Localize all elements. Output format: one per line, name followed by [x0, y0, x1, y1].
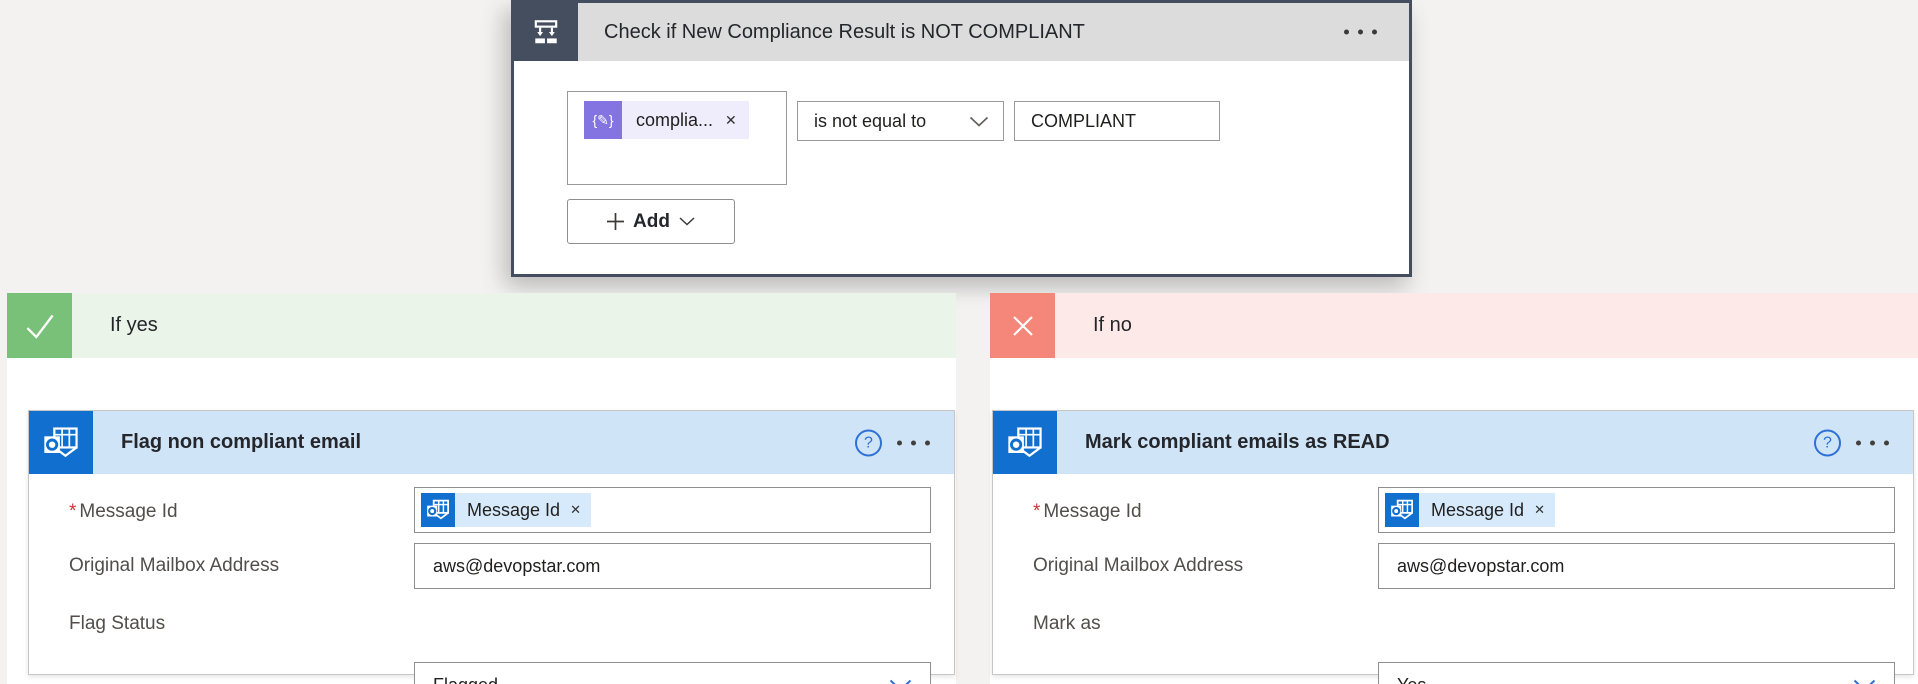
dynamic-content-token[interactable]: {✎} complia... ✕: [584, 101, 749, 139]
action-card-mark-compliant-read[interactable]: Mark compliant emails as READ ? *Message…: [992, 410, 1914, 675]
if-no-branch-header[interactable]: If no: [990, 293, 1918, 358]
ellipsis-icon: [1344, 30, 1349, 35]
mailbox-label: Original Mailbox Address: [69, 553, 284, 579]
ellipsis-icon: [1856, 440, 1861, 445]
action-card-flag-non-compliant-email[interactable]: Flag non compliant email ? *Message Id: [28, 410, 955, 675]
if-no-label: If no: [1093, 314, 1132, 337]
outlook-icon: [1385, 493, 1419, 527]
action-more-options-button[interactable]: [891, 434, 936, 451]
condition-card-title: Check if New Compliance Result is NOT CO…: [604, 21, 1085, 44]
add-button-label: Add: [633, 211, 670, 233]
mailbox-value: aws@devopstar.com: [1379, 556, 1564, 577]
outlook-icon: [421, 493, 455, 527]
action-more-options-button[interactable]: [1850, 434, 1895, 451]
ellipsis-icon: [897, 440, 902, 445]
action-card-title: Flag non compliant email: [121, 431, 361, 454]
operator-value: is not equal to: [814, 111, 926, 132]
condition-more-options-button[interactable]: [1338, 24, 1383, 41]
mailbox-input[interactable]: aws@devopstar.com: [1378, 543, 1895, 589]
flag-status-label: Flag Status: [69, 611, 284, 637]
required-marker: *: [1033, 501, 1040, 522]
help-icon[interactable]: ?: [855, 429, 882, 456]
flag-status-value: Flagged: [415, 675, 498, 684]
condition-card[interactable]: Check if New Compliance Result is NOT CO…: [511, 0, 1412, 277]
remove-token-button[interactable]: ✕: [1532, 502, 1555, 518]
plus-icon: [607, 213, 624, 230]
token-label: Message Id: [455, 500, 568, 521]
condition-value-text: COMPLIANT: [1031, 111, 1136, 132]
flow-designer-canvas: Check if New Compliance Result is NOT CO…: [0, 0, 1918, 684]
message-id-label: *Message Id: [69, 499, 284, 525]
if-yes-label: If yes: [110, 314, 158, 337]
condition-card-header[interactable]: Check if New Compliance Result is NOT CO…: [514, 3, 1409, 61]
chevron-down-icon: [1853, 679, 1876, 684]
mailbox-label: Original Mailbox Address: [1033, 553, 1248, 579]
message-id-token[interactable]: Message Id ✕: [1385, 493, 1555, 527]
chevron-down-icon: [969, 116, 989, 127]
action-card-title: Mark compliant emails as READ: [1085, 431, 1390, 454]
condition-operator-dropdown[interactable]: is not equal to: [797, 101, 1004, 141]
condition-operand-field[interactable]: {✎} complia... ✕: [567, 91, 787, 185]
condition-value-input[interactable]: COMPLIANT: [1014, 101, 1220, 141]
outlook-icon: [993, 411, 1057, 474]
token-label: Message Id: [1419, 500, 1532, 521]
x-icon: [990, 293, 1055, 358]
chevron-down-icon: [679, 217, 695, 226]
action-card-header[interactable]: Mark compliant emails as READ ?: [993, 411, 1913, 474]
mark-as-value: Yes: [1379, 675, 1426, 684]
message-id-label: *Message Id: [1033, 499, 1248, 525]
mailbox-input[interactable]: aws@devopstar.com: [414, 543, 931, 589]
mark-as-dropdown[interactable]: Yes: [1378, 662, 1895, 684]
condition-branch-icon: [514, 3, 578, 61]
expression-icon: {✎}: [584, 101, 622, 139]
mark-as-label: Mark as: [1033, 611, 1248, 637]
add-condition-button[interactable]: Add: [567, 199, 735, 244]
check-icon: [7, 293, 72, 358]
outlook-icon: [29, 411, 93, 474]
token-label: complia...: [622, 110, 723, 131]
flag-status-dropdown[interactable]: Flagged: [414, 662, 931, 684]
help-icon[interactable]: ?: [1814, 429, 1841, 456]
message-id-input[interactable]: Message Id ✕: [414, 487, 931, 533]
chevron-down-icon: [889, 679, 912, 684]
condition-card-body: {✎} complia... ✕ is not equal to COMPLIA…: [514, 61, 1409, 274]
required-marker: *: [69, 501, 76, 522]
if-yes-branch-header[interactable]: If yes: [7, 293, 956, 358]
mailbox-value: aws@devopstar.com: [415, 556, 600, 577]
remove-token-button[interactable]: ✕: [568, 502, 591, 518]
message-id-token[interactable]: Message Id ✕: [421, 493, 591, 527]
message-id-input[interactable]: Message Id ✕: [1378, 487, 1895, 533]
action-card-header[interactable]: Flag non compliant email ?: [29, 411, 954, 474]
remove-token-button[interactable]: ✕: [723, 112, 749, 129]
